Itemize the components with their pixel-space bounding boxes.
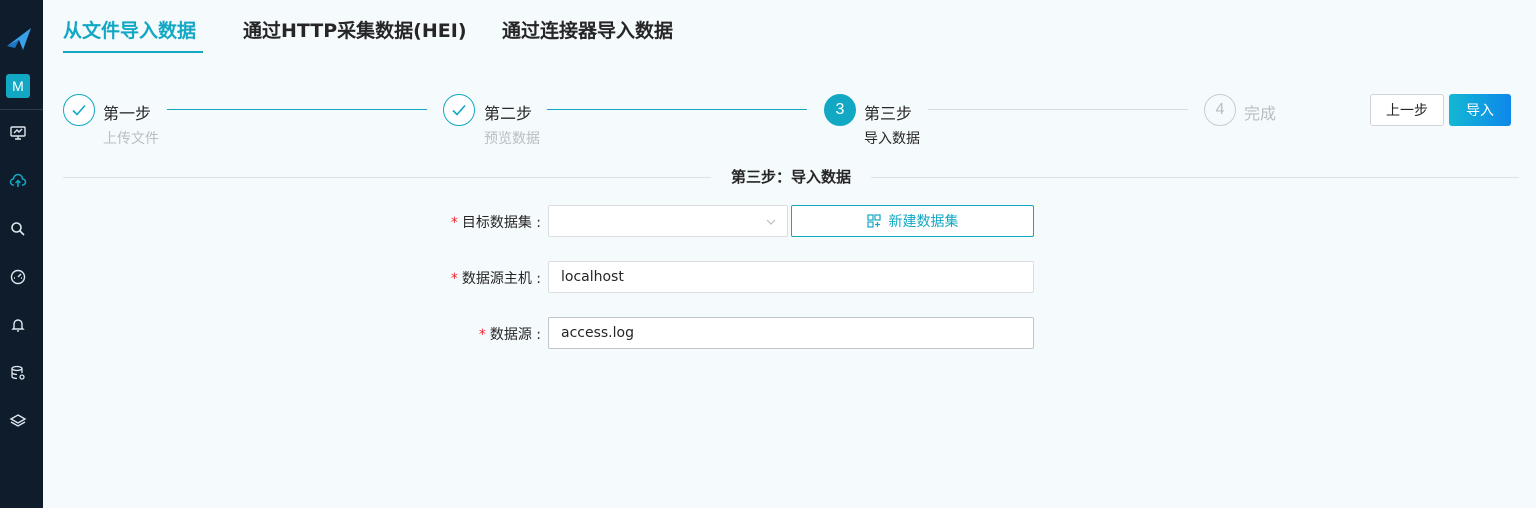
step-1-title: 第一步 [103, 104, 152, 123]
sidebar-divider [0, 109, 43, 110]
step-2-check-icon [443, 94, 475, 126]
prev-step-button[interactable]: 上一步 [1370, 94, 1444, 126]
step-2-desc: 预览数据 [484, 131, 540, 147]
source-host-input[interactable] [548, 261, 1034, 293]
section-divider-left [63, 177, 711, 178]
target-dataset-select[interactable] [548, 205, 788, 237]
step-1-check-icon [63, 94, 95, 126]
step-2-connector [547, 109, 807, 110]
source-input[interactable] [548, 317, 1034, 349]
chevron-down-icon [766, 219, 776, 225]
step-3-title: 第三步 [864, 104, 913, 123]
section-divider-right [871, 177, 1519, 178]
tab-file-import[interactable]: 从文件导入数据 [63, 16, 196, 43]
sidebar: M [0, 0, 43, 508]
tab-connector-import[interactable]: 通过连接器导入数据 [502, 16, 673, 43]
logo-icon[interactable] [5, 24, 33, 52]
step-indicator: 第一步 上传文件 第二步 预览数据 3 第三步 导入数据 4 完成 [63, 94, 1313, 154]
form-row-source-host: * 数据源主机 : [43, 261, 1536, 293]
section-title: 第三步：导入数据 [730, 168, 851, 186]
source-label: * 数据源 : [478, 327, 541, 343]
step-1-desc: 上传文件 [103, 131, 159, 147]
import-button[interactable]: 导入 [1449, 94, 1511, 126]
tab-http-collect[interactable]: 通过HTTP采集数据(HEI) [243, 16, 467, 43]
main-content: 从文件导入数据 通过HTTP采集数据(HEI) 通过连接器导入数据 第一步 上传… [43, 0, 1536, 508]
target-dataset-label: * 目标数据集 : [450, 215, 541, 231]
step-4-number: 4 [1204, 94, 1236, 126]
database-settings-icon[interactable] [9, 364, 27, 382]
gauge-icon[interactable] [9, 268, 27, 286]
cloud-upload-icon[interactable] [9, 172, 27, 190]
source-host-label: * 数据源主机 : [450, 271, 541, 287]
search-icon[interactable] [9, 220, 27, 238]
active-tab-indicator [63, 51, 203, 53]
form-row-target-dataset: * 目标数据集 : 新建数据集 [43, 205, 1536, 237]
step-3-connector [928, 109, 1188, 110]
dashboard-icon[interactable] [9, 124, 27, 142]
step-4-title: 完成 [1244, 104, 1277, 123]
step-1-connector [167, 109, 427, 110]
avatar[interactable]: M [6, 74, 30, 98]
step-2-title: 第二步 [484, 104, 533, 123]
step-3-desc: 导入数据 [864, 131, 920, 147]
new-dataset-button[interactable]: 新建数据集 [791, 205, 1034, 237]
new-dataset-icon [866, 214, 881, 228]
layers-icon[interactable] [9, 412, 27, 430]
new-dataset-label: 新建数据集 [888, 214, 959, 230]
step-3-number: 3 [824, 94, 856, 126]
form-row-source: * 数据源 : [43, 317, 1536, 349]
bell-icon[interactable] [9, 316, 27, 334]
